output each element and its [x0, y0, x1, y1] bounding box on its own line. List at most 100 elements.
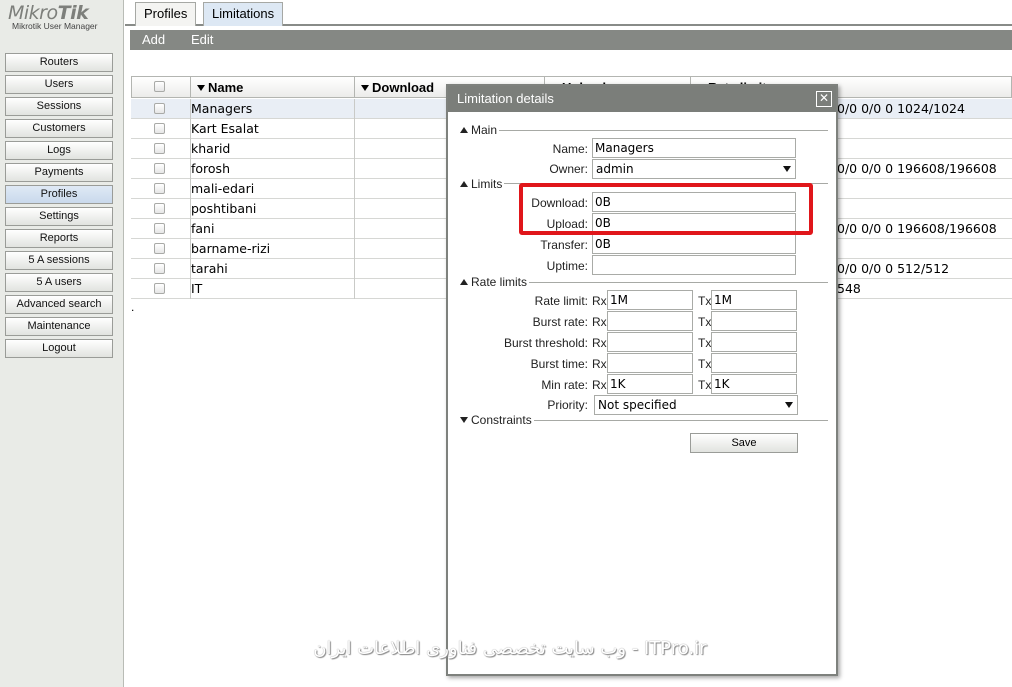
rx-label: Rx [592, 294, 607, 308]
nav-users[interactable]: Users [5, 75, 113, 94]
expand-icon [460, 417, 468, 423]
owner-label: Owner: [549, 162, 588, 176]
burst-rate-tx-field[interactable] [711, 311, 797, 331]
nav-payments[interactable]: Payments [5, 163, 113, 182]
row-name-cell: barname-rizi [190, 239, 354, 259]
row-name-cell: fani [190, 219, 354, 239]
add-button[interactable]: Add [142, 32, 165, 47]
row-rate-limit-cell: 0/0 0/0 0 1024/1024 [837, 101, 965, 116]
row-checkbox[interactable] [154, 123, 165, 134]
row-checkbox[interactable] [154, 243, 165, 254]
tab-limitations[interactable]: Limitations [203, 2, 284, 26]
priority-select[interactable]: Not specified [594, 395, 798, 415]
mikrotik-logo: MikroTik Mikrotik User Manager [8, 2, 118, 31]
burst-threshold-tx-field[interactable] [711, 332, 797, 352]
collapse-icon [460, 127, 468, 133]
rx-label: Rx [592, 378, 607, 392]
edit-button[interactable]: Edit [191, 32, 213, 47]
nav-sessions[interactable]: Sessions [5, 97, 113, 116]
section-divider [460, 130, 828, 131]
name-label: Name: [552, 142, 588, 156]
close-icon[interactable]: ✕ [816, 91, 832, 107]
rx-label: Rx [592, 357, 607, 371]
name-field[interactable]: Managers [592, 138, 796, 158]
section-main[interactable]: Main [460, 123, 500, 137]
select-all-checkbox[interactable] [154, 81, 165, 92]
column-header-name[interactable]: Name [191, 77, 355, 98]
row-name-cell: poshtibani [190, 199, 354, 219]
burst-threshold-rx-field[interactable] [607, 332, 693, 352]
nav-customers[interactable]: Customers [5, 119, 113, 138]
rate-limit-label: Rate limit: [534, 294, 588, 308]
burst-time-tx-field[interactable] [711, 353, 797, 373]
row-rate-limit-cell: 548 [837, 281, 861, 296]
priority-label: Priority: [547, 398, 588, 412]
nav-maintenance[interactable]: Maintenance [5, 317, 113, 336]
nav-5a-sessions[interactable]: 5 A sessions [5, 251, 113, 270]
dropdown-arrow-icon [783, 166, 791, 172]
tx-label: Tx [698, 294, 712, 308]
section-limits[interactable]: Limits [460, 177, 505, 191]
nav-logout[interactable]: Logout [5, 339, 113, 358]
row-checkbox[interactable] [154, 283, 165, 294]
nav-reports[interactable]: Reports [5, 229, 113, 248]
rx-label: Rx [592, 315, 607, 329]
row-name-cell: Kart Esalat [190, 119, 354, 139]
nav-routers[interactable]: Routers [5, 53, 113, 72]
sort-icon [197, 85, 205, 91]
tx-label: Tx [698, 336, 712, 350]
tab-profiles[interactable]: Profiles [135, 2, 197, 26]
row-rate-limit-cell [837, 199, 1012, 219]
row-name-cell: tarahi [190, 259, 354, 279]
tx-label: Tx [698, 357, 712, 371]
section-constraints[interactable]: Constraints [460, 413, 534, 427]
row-checkbox[interactable] [154, 163, 165, 174]
row-name-cell: IT [190, 279, 354, 299]
dialog-title: Limitation details [457, 91, 554, 106]
dialog-title-bar: Limitation details [448, 86, 836, 112]
row-name-cell: Managers [190, 99, 354, 119]
tab-bar: Profiles Limitations [125, 0, 1012, 26]
toolbar: Add Edit [130, 30, 1012, 50]
row-checkbox[interactable] [154, 263, 165, 274]
row-name-cell: mali-edari [190, 179, 354, 199]
row-rate-limit-cell: 0/0 0/0 0 512/512 [837, 261, 950, 276]
save-button[interactable]: Save [690, 433, 798, 453]
row-rate-limit-cell [837, 179, 1012, 199]
nav-settings[interactable]: Settings [5, 207, 113, 226]
row-rate-limit-cell [837, 139, 1012, 159]
row-checkbox[interactable] [154, 183, 165, 194]
table-footer-dot: . [131, 300, 135, 314]
row-rate-limit-cell: 0/0 0/0 0 196608/196608 [837, 221, 997, 236]
burst-rate-rx-field[interactable] [607, 311, 693, 331]
burst-time-label: Burst time: [530, 357, 588, 371]
sidebar: MikroTik Mikrotik User Manager Routers U… [0, 0, 124, 687]
rate-limit-tx-field[interactable]: 1M [711, 290, 797, 310]
row-checkbox[interactable] [154, 143, 165, 154]
row-checkbox[interactable] [154, 103, 165, 114]
row-checkbox[interactable] [154, 223, 165, 234]
rx-label: Rx [592, 336, 607, 350]
rate-limit-rx-field[interactable]: 1M [607, 290, 693, 310]
uptime-field[interactable] [592, 255, 796, 275]
dropdown-arrow-icon [785, 402, 793, 408]
nav-5a-users[interactable]: 5 A users [5, 273, 113, 292]
logo-subtitle: Mikrotik User Manager [12, 21, 98, 31]
section-rate-limits[interactable]: Rate limits [460, 275, 530, 289]
min-rate-label: Min rate: [541, 378, 588, 392]
tx-label: Tx [698, 378, 712, 392]
owner-select[interactable]: admin [592, 159, 796, 179]
sort-icon [361, 85, 369, 91]
nav-profiles[interactable]: Profiles [5, 185, 113, 204]
row-name-cell: kharid [190, 139, 354, 159]
row-name-cell: forosh [190, 159, 354, 179]
row-checkbox[interactable] [154, 203, 165, 214]
burst-time-rx-field[interactable] [607, 353, 693, 373]
min-rate-rx-field[interactable]: 1K [607, 374, 693, 394]
collapse-icon [460, 181, 468, 187]
nav-logs[interactable]: Logs [5, 141, 113, 160]
min-rate-tx-field[interactable]: 1K [711, 374, 797, 394]
burst-rate-label: Burst rate: [532, 315, 588, 329]
transfer-field[interactable]: 0B [592, 234, 796, 254]
nav-advanced-search[interactable]: Advanced search [5, 295, 113, 314]
